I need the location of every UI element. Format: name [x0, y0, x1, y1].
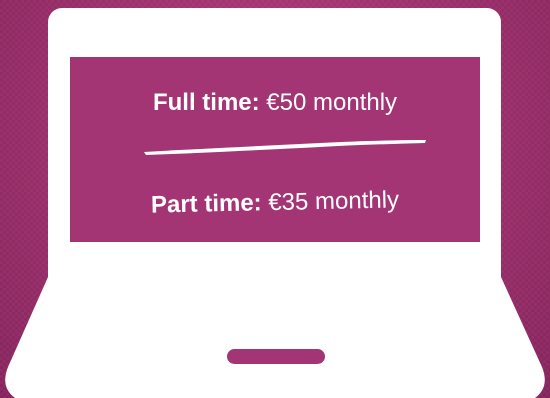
laptop-trackpad [227, 349, 325, 364]
full-time-label: Full time: [152, 89, 260, 116]
brush-stroke-divider [144, 140, 426, 155]
part-time-price: €35 monthly [268, 186, 400, 217]
laptop-base [5, 277, 545, 398]
full-time-price: €50 monthly [266, 89, 398, 116]
part-time-label: Part time: [150, 189, 262, 219]
full-time-price-line: Full time: €50 monthly [70, 88, 480, 118]
